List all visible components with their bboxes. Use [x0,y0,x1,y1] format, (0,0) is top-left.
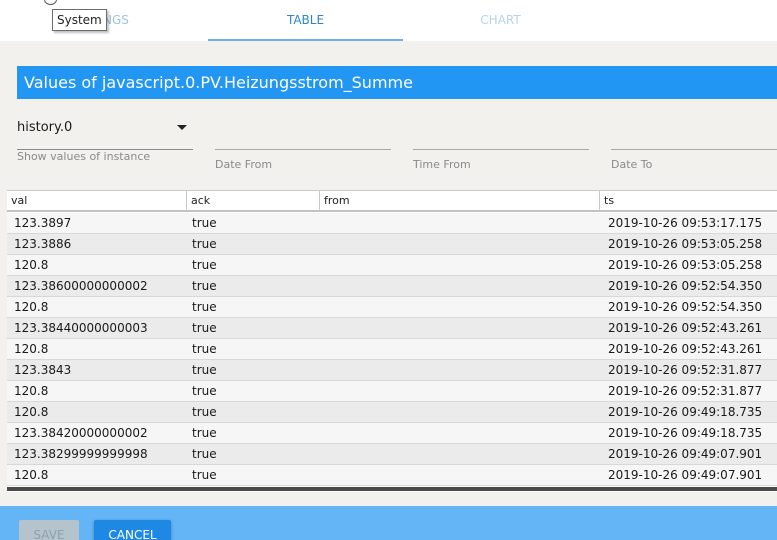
cell-ts: 2019-10-26 09:53:05.258 [608,258,763,272]
table-row[interactable]: 123.3897 true 2019-10-26 09:53:17.175 [7,213,777,234]
cell-ts: 2019-10-26 09:52:43.261 [608,321,763,335]
table-row[interactable]: 120.8 true 2019-10-26 09:49:07.901 [7,465,777,486]
time-from-label: Time From [413,158,471,171]
column-header-ack[interactable]: ack [186,191,319,211]
cell-ts: 2019-10-26 09:52:31.877 [608,384,763,398]
table-row[interactable]: 123.38600000000002 true 2019-10-26 09:52:5… [7,276,777,297]
cell-ts: 2019-10-26 09:52:31.877 [608,363,763,377]
tooltip: System [52,9,107,31]
cancel-button[interactable]: CANCEL [94,520,171,540]
cell-val: 123.38420000000002 [14,426,148,440]
cell-ack: true [192,447,217,461]
cell-ack: true [192,363,217,377]
cell-ts: 2019-10-26 09:53:17.175 [608,216,763,230]
table-row[interactable]: 120.8 true 2019-10-26 09:52:31.877 [7,381,777,402]
date-to-input[interactable] [611,128,777,150]
instance-select-value: history.0 [17,120,73,135]
cell-ack: true [192,237,217,251]
table-header: val ack from ts [7,190,777,212]
cell-ack: true [192,426,217,440]
cell-ack: true [192,468,217,482]
cell-val: 120.8 [14,405,49,419]
table-row[interactable]: 120.8 true 2019-10-26 09:52:43.261 [7,339,777,360]
tab-chart[interactable]: CHART [403,0,598,41]
cell-val: 123.3843 [14,363,72,377]
cell-val: 123.38299999999998 [14,447,148,461]
dropdown-arrow-icon [177,125,187,130]
cell-val: 120.8 [14,258,49,272]
table-row[interactable]: 123.38299999999998 true 2019-10-26 09:49:0… [7,444,777,465]
dialog-title: Values of javascript.0.PV.Heizungsstrom_… [17,66,777,99]
cell-ack: true [192,405,217,419]
cell-val: 120.8 [14,342,49,356]
cell-ack: true [192,258,217,272]
cell-val: 123.38440000000003 [14,321,148,335]
table-row[interactable]: 120.8 true 2019-10-26 09:52:54.350 [7,297,777,318]
date-to-label: Date To [611,158,653,171]
dialog-footer: SAVE CANCEL [0,506,777,540]
tab-table[interactable]: TABLE [208,0,403,41]
cell-ts: 2019-10-26 09:52:43.261 [608,342,763,356]
cell-ts: 2019-10-26 09:53:05.258 [608,237,763,251]
column-header-val[interactable]: val [7,191,186,211]
cell-val: 123.3886 [14,237,72,251]
table-row[interactable]: 123.3886 true 2019-10-26 09:53:05.258 [7,234,777,255]
cell-ack: true [192,342,217,356]
cell-ack: true [192,384,217,398]
cell-ts: 2019-10-26 09:49:18.735 [608,426,763,440]
column-header-from[interactable]: from [319,191,599,211]
time-from-input[interactable] [413,128,589,150]
tab-bar: TINGS TABLE CHART [0,0,777,41]
table-row[interactable]: 123.38440000000003 true 2019-10-26 09:52:4… [7,318,777,339]
cell-ts: 2019-10-26 09:52:54.350 [608,279,763,293]
cell-ack: true [192,321,217,335]
cell-val: 123.38600000000002 [14,279,148,293]
table-row[interactable]: 120.8 true 2019-10-26 09:49:18.735 [7,402,777,423]
table-row[interactable]: 123.38420000000002 true 2019-10-26 09:49:1… [7,423,777,444]
date-from-label: Date From [215,158,273,171]
cell-ack: true [192,216,217,230]
cell-ts: 2019-10-26 09:52:54.350 [608,300,763,314]
tab-settings[interactable]: TINGS [13,0,208,41]
cell-val: 120.8 [14,300,49,314]
cell-val: 120.8 [14,384,49,398]
history-table: val ack from ts 123.3897 true 2019-10-26 0… [7,190,777,492]
column-header-ts[interactable]: ts [599,191,777,211]
table-body: 123.3897 true 2019-10-26 09:53:17.175 123.3… [7,213,777,486]
cell-val: 123.3897 [14,216,72,230]
cell-ts: 2019-10-26 09:49:07.901 [608,468,763,482]
save-button[interactable]: SAVE [19,520,79,540]
table-scrollbar[interactable] [7,487,777,491]
table-row[interactable]: 120.8 true 2019-10-26 09:53:05.258 [7,255,777,276]
cell-ack: true [192,279,217,293]
instance-helper-text: Show values of instance [17,150,151,163]
instance-select[interactable]: history.0 [17,114,193,150]
cell-ts: 2019-10-26 09:49:07.901 [608,447,763,461]
cell-ts: 2019-10-26 09:49:18.735 [608,405,763,419]
table-row[interactable]: 123.3843 true 2019-10-26 09:52:31.877 [7,360,777,381]
date-from-input[interactable] [215,128,391,150]
cell-val: 120.8 [14,468,49,482]
cell-ack: true [192,300,217,314]
